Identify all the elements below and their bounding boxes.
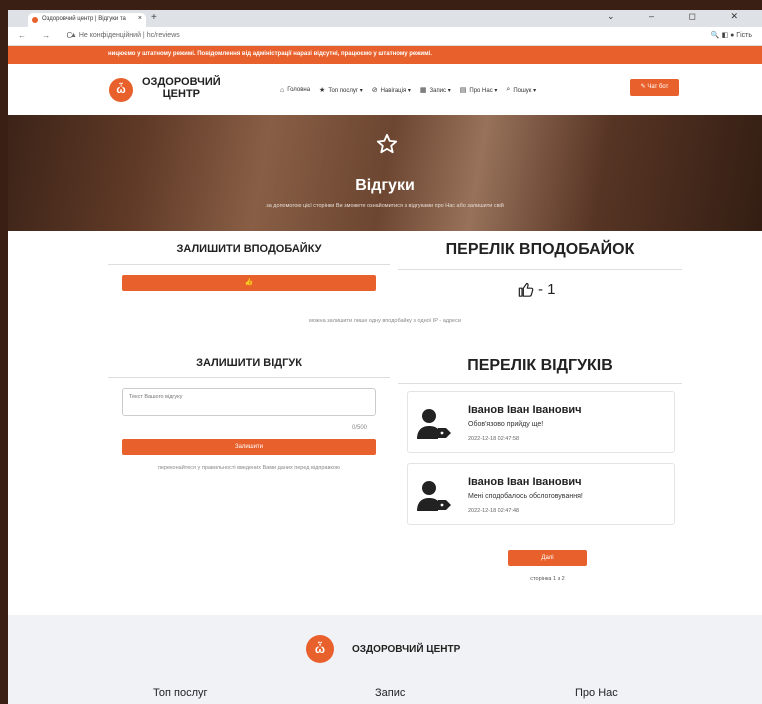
reviewer-name: Іванов Іван Іванович bbox=[468, 404, 582, 416]
divider bbox=[108, 264, 390, 265]
review-note: переконайтеся у правильності введених Ва… bbox=[157, 465, 341, 471]
search-icon: ⌕ bbox=[506, 86, 511, 93]
book-icon: ▤ bbox=[459, 87, 467, 94]
footer-col-about[interactable]: Про Нас bbox=[575, 687, 618, 699]
footer-col-top-services[interactable]: Топ послуг bbox=[153, 687, 208, 699]
menu-label: Запис ▾ bbox=[429, 87, 451, 94]
pagination-info: сторінка 1 з 2 bbox=[530, 576, 565, 582]
address-bar: ← → C ▲ Не конфіденційний | hc/reviews 🔍… bbox=[8, 27, 762, 46]
tab-title: Оздоровчий центр | Відгуки та bbox=[42, 16, 126, 22]
review-date: 2022-12-18 02:47:48 bbox=[468, 508, 520, 514]
main-content: ЗАЛИШИТИ ВПОДОБАЙКУ ПЕРЕЛІК ВПОДОБАЙОК 👍… bbox=[8, 231, 762, 613]
likes-list-heading: ПЕРЕЛІК ВПОДОБАЙОК bbox=[445, 241, 635, 258]
browser-window: Оздоровчий центр | Відгуки та × + ⌄ – ◻ … bbox=[8, 10, 762, 704]
footer-logo-icon[interactable]: ὦ bbox=[306, 635, 334, 663]
leave-like-heading: ЗАЛИШИТИ ВПОДОБАЙКУ bbox=[176, 243, 322, 255]
like-note: можна залишити лише одну вподобайку з од… bbox=[309, 318, 461, 324]
calendar-icon: ▦ bbox=[419, 87, 427, 94]
review-card: Іванов Іван Іванович Обов'язово прийду щ… bbox=[407, 391, 675, 453]
browser-tab[interactable]: Оздоровчий центр | Відгуки та × bbox=[28, 13, 146, 27]
likes-count-value: - 1 bbox=[538, 281, 556, 298]
menu-label: Топ послуг ▾ bbox=[328, 87, 363, 94]
footer-site-name: ОЗДОРОВЧИЙ ЦЕНТР bbox=[352, 644, 461, 655]
site-logo-text[interactable]: ОЗДОРОВЧИЙ ЦЕНТР bbox=[142, 76, 221, 100]
review-date: 2022-12-18 02:47:58 bbox=[468, 436, 520, 442]
site-header: ὦ ОЗДОРОВЧИЙ ЦЕНТР ⌂ Головна ★ Топ послуг … bbox=[8, 64, 762, 115]
menu-label: Навігація ▾ bbox=[380, 87, 411, 94]
profile-controls[interactable]: 🔍 ◧ ● Гість bbox=[711, 31, 752, 39]
divider bbox=[398, 383, 682, 384]
review-text: Обов'язово прийду ще! bbox=[468, 421, 544, 428]
menu-item-home[interactable]: ⌂ Головна bbox=[280, 86, 310, 94]
menu-label: Пошук ▾ bbox=[513, 87, 537, 94]
main-menu: ⌂ Головна ★ Топ послуг ▾ ⊘ Навігація ▾ ▦ Зап… bbox=[280, 86, 536, 94]
thumbs-up-icon bbox=[518, 282, 534, 297]
thumbs-up-icon: 👍 bbox=[244, 279, 254, 286]
menu-label: Головна bbox=[287, 87, 311, 93]
likes-count: - 1 bbox=[518, 281, 556, 298]
new-tab-button[interactable]: + bbox=[151, 12, 157, 23]
review-text-input[interactable] bbox=[122, 388, 376, 416]
window-controls[interactable]: ⌄ – ◻ ✕ bbox=[607, 11, 754, 22]
notice-bar: ницюємо у штатному режимі. Повідомлення … bbox=[8, 46, 762, 64]
page-title: Відгуки bbox=[355, 177, 415, 194]
page-subtitle: за допомогою цієї сторінки Ви зможете оз… bbox=[266, 203, 504, 209]
favicon-icon bbox=[32, 17, 38, 23]
menu-label: Про Нас ▾ bbox=[469, 87, 498, 94]
menu-item-about[interactable]: ▤ Про Нас ▾ bbox=[460, 86, 498, 94]
menu-item-search[interactable]: ⌕ Пошук ▾ bbox=[506, 86, 536, 94]
tab-strip: Оздоровчий центр | Відгуки та × + ⌄ – ◻ … bbox=[8, 10, 762, 27]
menu-item-top-services[interactable]: ★ Топ послуг ▾ bbox=[319, 86, 363, 94]
divider bbox=[108, 377, 390, 378]
tab-close-icon[interactable]: × bbox=[138, 15, 142, 22]
next-page-button[interactable]: Далі bbox=[508, 550, 587, 566]
char-counter: 0/500 bbox=[352, 425, 368, 431]
site-footer: ὦ ОЗДОРОВЧИЙ ЦЕНТР Топ послуг Запис Про … bbox=[8, 615, 762, 704]
review-card: Іванов Іван Іванович Мені сподобалось об… bbox=[407, 463, 675, 525]
logo-line-1: ОЗДОРОВЧИЙ bbox=[142, 76, 221, 88]
like-button[interactable]: 👍 bbox=[122, 275, 376, 291]
user-avatar-icon bbox=[417, 481, 451, 511]
reviews-list-heading: ПЕРЕЛІК ВІДГУКІВ bbox=[467, 357, 613, 374]
leave-review-heading: ЗАЛИШИТИ ВІДГУК bbox=[196, 357, 302, 369]
menu-item-booking[interactable]: ▦ Запис ▾ bbox=[420, 86, 451, 94]
star-icon: ★ bbox=[319, 87, 326, 94]
logo-line-2: ЦЕНТР bbox=[162, 88, 201, 100]
url-field[interactable]: ▲ Не конфіденційний | hc/reviews bbox=[70, 32, 180, 39]
compass-icon: ⊘ bbox=[371, 87, 378, 94]
footer-col-booking[interactable]: Запис bbox=[375, 687, 405, 699]
menu-item-navigation[interactable]: ⊘ Навігація ▾ bbox=[372, 86, 411, 94]
review-text: Мені сподобалось обслоговування! bbox=[468, 493, 583, 500]
reviewer-name: Іванов Іван Іванович bbox=[468, 476, 582, 488]
divider bbox=[398, 269, 682, 270]
hero-banner: Відгуки за допомогою цієї сторінки Ви зм… bbox=[8, 115, 762, 231]
chat-bot-button[interactable]: ✎ Чат бот bbox=[630, 79, 679, 96]
star-outline-icon bbox=[376, 133, 398, 154]
logo-icon[interactable]: ὦ bbox=[109, 78, 133, 102]
home-icon: ⌂ bbox=[280, 86, 285, 94]
user-avatar-icon bbox=[417, 409, 451, 439]
submit-review-button[interactable]: Залишити bbox=[122, 439, 376, 455]
